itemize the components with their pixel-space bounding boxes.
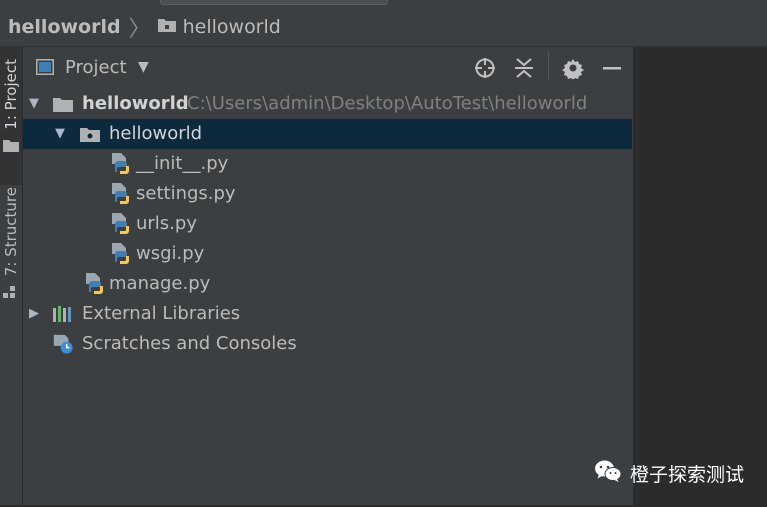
package-folder-icon: [79, 119, 101, 149]
tree-row-manage[interactable]: manage.py: [23, 269, 632, 299]
toolbar-divider: [548, 52, 549, 80]
expand-arrow-icon[interactable]: ▼: [27, 89, 41, 119]
file-name: urls.py: [136, 213, 197, 234]
tab-structure-label: 7: Structure: [2, 187, 20, 277]
tree-row-root[interactable]: ▼ helloworld C:\Users\admin\Desktop\Auto…: [23, 89, 632, 119]
watermark: 橙子探索测试: [594, 456, 744, 490]
scratches-icon: [52, 329, 74, 359]
file-name: wsgi.py: [136, 243, 205, 264]
tree-row-scratches[interactable]: Scratches and Consoles: [23, 329, 632, 359]
tree-row-file[interactable]: urls.py: [23, 209, 632, 239]
breadcrumb-child[interactable]: helloworld: [183, 16, 281, 38]
python-file-icon: [109, 209, 131, 239]
view-dropdown-icon[interactable]: ▼: [138, 59, 149, 75]
root-folder-name: helloworld: [82, 93, 189, 114]
tree-row-package[interactable]: ▼ helloworld: [23, 119, 632, 149]
project-panel: Project ▼ ▼ helloworld C:\Users\admin\De…: [23, 47, 632, 507]
external-libraries-label: External Libraries: [82, 303, 241, 324]
tree-row-file[interactable]: settings.py: [23, 179, 632, 209]
scratches-label: Scratches and Consoles: [82, 333, 297, 354]
expand-arrow-icon[interactable]: ▼: [53, 119, 67, 149]
editor-area[interactable]: [633, 47, 767, 507]
project-tree: ▼ helloworld C:\Users\admin\Desktop\Auto…: [23, 89, 632, 359]
gear-icon[interactable]: [562, 57, 584, 79]
project-view-icon: [36, 58, 54, 76]
folder-icon: [157, 16, 177, 38]
library-icon: [52, 299, 74, 329]
tree-row-file[interactable]: wsgi.py: [23, 239, 632, 269]
breadcrumb-root[interactable]: helloworld: [8, 16, 121, 38]
folder-icon: [52, 89, 74, 119]
collapsed-arrow-icon[interactable]: ▶: [27, 299, 41, 329]
tree-row-external-libraries[interactable]: ▶ External Libraries: [23, 299, 632, 329]
wechat-icon: [594, 459, 622, 487]
hide-icon[interactable]: [601, 57, 623, 79]
file-name: settings.py: [136, 183, 236, 204]
left-tool-strip: 1: Project 7: Structure: [0, 47, 23, 507]
file-name: __init__.py: [136, 153, 229, 174]
python-file-icon: [109, 179, 131, 209]
breadcrumb-separator: 〉: [128, 16, 151, 42]
tab-project-label: 1: Project: [2, 59, 20, 130]
collapse-all-icon[interactable]: [513, 57, 535, 79]
panel-title[interactable]: Project: [65, 57, 127, 78]
python-file-icon: [109, 149, 131, 179]
top-tab-fragment[interactable]: [160, 0, 388, 5]
top-strip: [0, 0, 767, 7]
folder-icon: [3, 140, 19, 152]
package-name: helloworld: [109, 123, 203, 144]
python-file-icon: [109, 239, 131, 269]
root-folder-path: C:\Users\admin\Desktop\AutoTest\hellowor…: [187, 93, 588, 114]
tab-project[interactable]: 1: Project: [0, 47, 22, 185]
locate-icon[interactable]: [474, 57, 496, 79]
structure-icon: [3, 286, 15, 298]
tab-structure[interactable]: 7: Structure: [0, 187, 22, 307]
tree-row-file[interactable]: __init__.py: [23, 149, 632, 179]
watermark-text: 橙子探索测试: [630, 463, 745, 486]
file-name: manage.py: [109, 273, 211, 294]
breadcrumb: helloworld 〉 helloworld: [0, 7, 767, 47]
panel-header: Project ▼: [23, 47, 632, 87]
python-file-icon: [83, 269, 105, 299]
